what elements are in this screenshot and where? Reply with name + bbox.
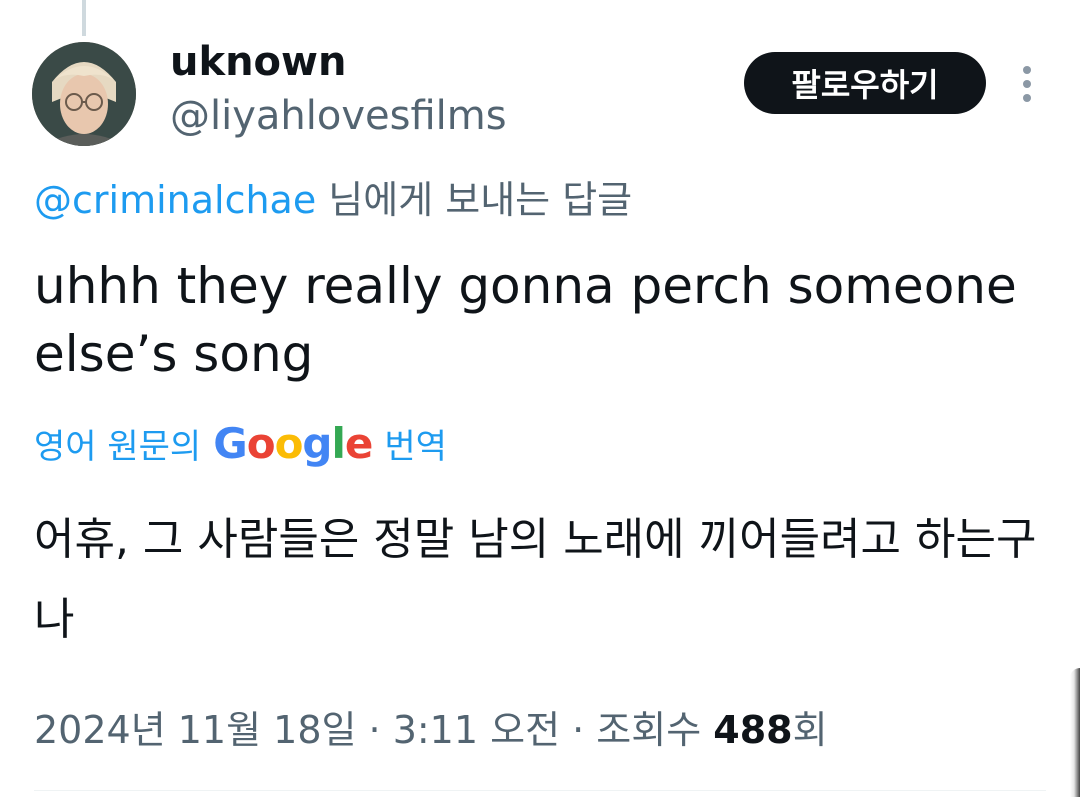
thread-connector-line: [82, 0, 86, 36]
more-options-button[interactable]: [1012, 62, 1042, 106]
device-edge: [1070, 668, 1080, 797]
translation-prefix: 영어 원문의: [34, 426, 202, 467]
translated-tweet-text: 어휴, 그 사람들은 정말 남의 노래에 끼어들려고 하는구나: [34, 514, 1037, 645]
translation-attribution: 영어 원문의 Google 번역: [34, 418, 447, 468]
tweet-time[interactable]: 3:11 오전: [393, 708, 560, 752]
tweet-text: uhhh they really gonna perch someone els…: [34, 257, 1017, 383]
avatar-image: [32, 42, 136, 146]
divider: [34, 790, 1046, 791]
google-logo: Google: [213, 418, 373, 468]
views-unit: 회: [792, 708, 828, 752]
translation-suffix: 번역: [384, 426, 447, 467]
reply-mention-link[interactable]: @criminalchae: [34, 178, 316, 222]
meta-separator-2: ·: [560, 708, 597, 752]
author-handle[interactable]: @liyahlovesfilms: [170, 92, 507, 140]
tweet-metadata: 2024년 11월 18일 · 3:11 오전 · 조회수 488회: [34, 704, 828, 756]
views-label: 조회수: [596, 708, 702, 752]
reply-suffix-text: 님에게 보내는 답글: [316, 178, 633, 222]
avatar[interactable]: [32, 42, 136, 146]
tweet-date[interactable]: 2024년 11월 18일: [34, 708, 356, 752]
author-display-name[interactable]: uknown: [170, 38, 346, 86]
more-vertical-icon: [1023, 66, 1031, 102]
meta-separator-1: ·: [356, 708, 393, 752]
replying-to-line: @criminalchae 님에게 보내는 답글: [34, 176, 632, 224]
views-count: 488: [713, 708, 793, 752]
follow-button[interactable]: 팔로우하기: [744, 52, 986, 114]
